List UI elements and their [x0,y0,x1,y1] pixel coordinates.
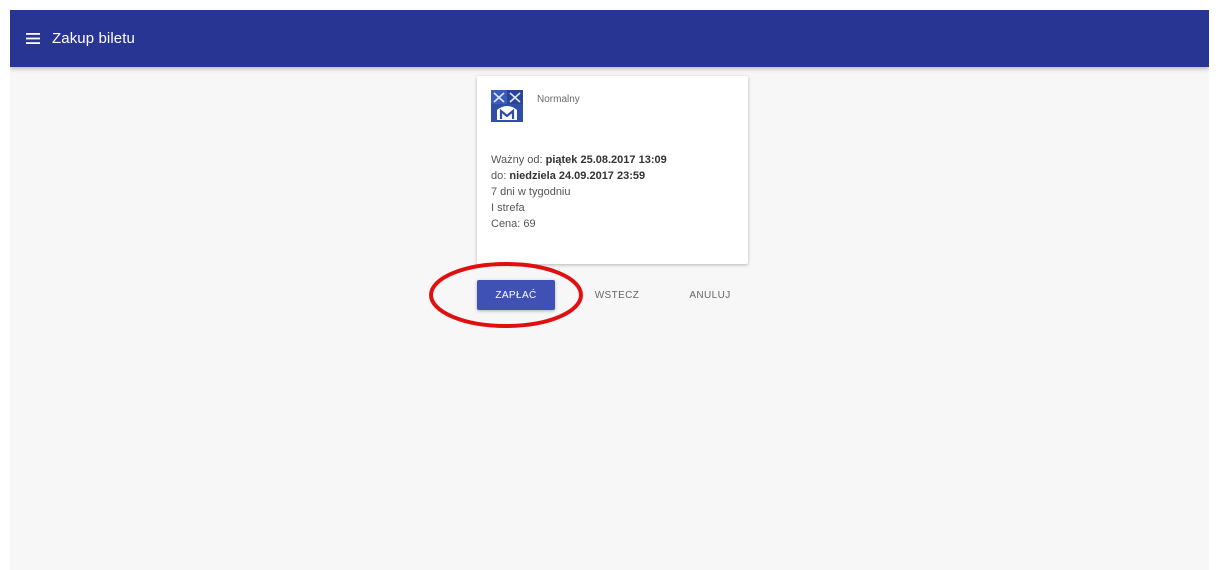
app-bar: Zakup biletu [10,10,1209,67]
valid-from-row: Ważny od: piątek 25.08.2017 13:09 [491,152,667,168]
valid-to-label: do: [491,170,507,182]
pay-button[interactable]: ZAPŁAĆ [477,280,555,310]
days-text: 7 dni w tygodniu [491,186,571,198]
price-label: Cena: [491,218,521,230]
valid-from-label: Ważny od: [491,154,543,166]
valid-to-value: niedziela 24.09.2017 23:59 [509,170,646,182]
ticket-card: Normalny Ważny od: piątek 25.08.2017 13:… [477,76,748,264]
price-row: Cena: 69 [491,216,667,232]
price-value: 69 [523,218,536,230]
hamburger-menu-icon[interactable] [22,28,44,50]
cancel-button[interactable]: ANULUJ [680,280,740,310]
page-title: Zakup biletu [52,30,135,47]
valid-to-row: do: niedziela 24.09.2017 23:59 [491,168,667,184]
app-window: Zakup biletu Normalny Ważny od: piątek 2… [10,10,1209,570]
back-button[interactable]: WSTECZ [587,280,647,310]
city-transport-logo-icon [491,90,523,122]
ticket-details: Ważny od: piątek 25.08.2017 13:09 do: ni… [491,152,667,232]
ticket-type-label: Normalny [537,94,580,105]
valid-from-value: piątek 25.08.2017 13:09 [545,154,667,166]
zone-text: I strefa [491,202,525,214]
